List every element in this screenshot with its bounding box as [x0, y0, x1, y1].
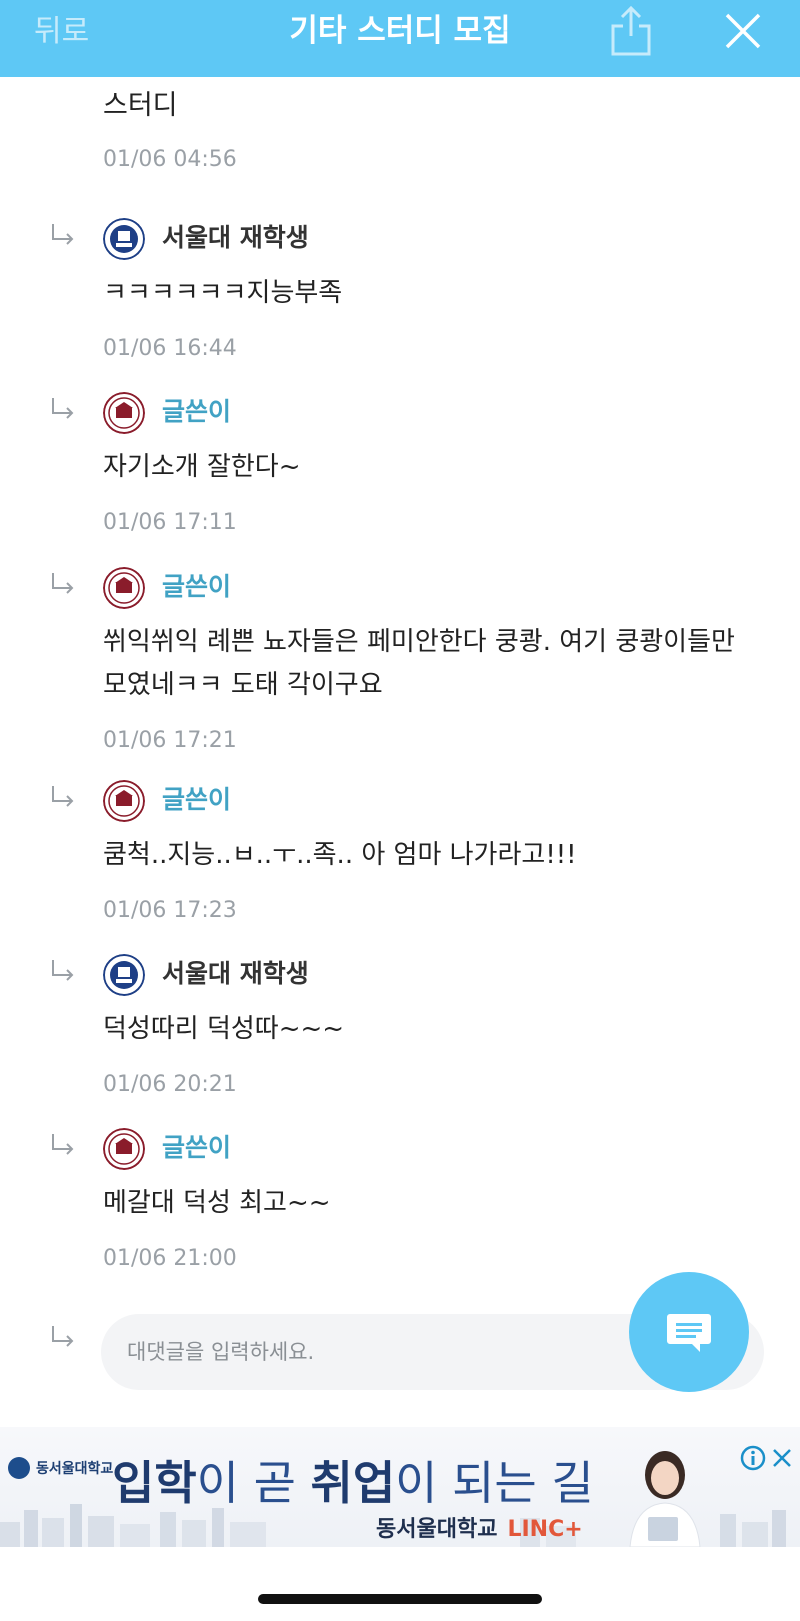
reply-text: 쒸익쒸익 례쁜 뇨자들은 페미안한다 쿵쾅. 여기 쿵쾅이들만 모였네ㅋㅋ 도태… — [103, 627, 735, 700]
reply-text: ㅋㅋㅋㅋㅋㅋ지능부족 — [103, 278, 343, 308]
ad-banner[interactable]: 동서울대학교 입학이 곧 취업이 되는 길 동서울대학교 LINC+ — [0, 1427, 800, 1547]
university-emblem-icon — [8, 1457, 30, 1479]
reply-text: 덕성따리 덕성따~~~ — [103, 1014, 345, 1044]
ad-logo-text: 동서울대학교 — [36, 1461, 114, 1477]
comment-time: 01/06 04:56 — [103, 147, 237, 172]
reply-time: 01/06 20:21 — [103, 1072, 237, 1097]
reply-author[interactable]: 글쓴이 — [162, 394, 231, 430]
duksung-emblem-icon — [103, 392, 145, 434]
snu-emblem-icon — [103, 218, 145, 260]
comment-text: 스터디 — [103, 90, 178, 121]
write-comment-button[interactable] — [629, 1272, 749, 1392]
ad-headline-part: 이 곧 — [196, 1456, 311, 1510]
close-icon[interactable] — [724, 12, 762, 50]
ad-brand: LINC+ — [507, 1517, 583, 1542]
duksung-emblem-icon — [103, 780, 145, 822]
reply-author[interactable]: 글쓴이 — [162, 782, 231, 818]
ad-person-image — [629, 1451, 701, 1547]
ad-headline-part: 이 되는 길 — [395, 1456, 594, 1510]
reply-arrow-icon — [52, 1134, 74, 1155]
reply-time: 01/06 21:00 — [103, 1246, 237, 1271]
reply-author[interactable]: 서울대 재학생 — [162, 956, 309, 992]
reply-text: 자기소개 잘한다~ — [103, 452, 301, 482]
top-bar: 뒤로 기타 스터디 모집 — [0, 0, 800, 77]
ad-close-icon[interactable] — [770, 1446, 794, 1470]
reply-author[interactable]: 글쓴이 — [162, 569, 231, 605]
comment-icon — [667, 1314, 711, 1352]
reply-text: 쿰척..지능..ㅂ..ㅜ..족.. 아 엄마 나가라고!!! — [103, 840, 577, 870]
share-icon[interactable] — [608, 4, 654, 58]
reply-arrow-icon — [52, 1326, 74, 1347]
ad-sub-text: 동서울대학교 — [376, 1517, 498, 1542]
page-title: 기타 스터디 모집 — [289, 13, 511, 49]
reply-arrow-icon — [52, 573, 74, 594]
reply-author[interactable]: 글쓴이 — [162, 1130, 231, 1166]
reply-time: 01/06 17:23 — [103, 898, 237, 923]
reply-author[interactable]: 서울대 재학생 — [162, 220, 309, 256]
duksung-emblem-icon — [103, 567, 145, 609]
ad-headline-part: 입학 — [112, 1456, 197, 1510]
reply-time: 01/06 17:21 — [103, 728, 237, 753]
reply-arrow-icon — [52, 786, 74, 807]
reply-arrow-icon — [52, 224, 74, 245]
ad-subtitle: 동서울대학교 LINC+ — [376, 1511, 583, 1543]
ad-logo: 동서울대학교 — [8, 1457, 113, 1479]
ad-headline-part: 취업 — [310, 1456, 396, 1510]
reply-time: 01/06 16:44 — [103, 336, 237, 361]
ad-headline: 입학이 곧 취업이 되는 길 — [112, 1455, 594, 1511]
reply-arrow-icon — [52, 398, 74, 419]
info-icon[interactable] — [740, 1445, 766, 1471]
reply-time: 01/06 17:11 — [103, 510, 237, 535]
home-indicator — [258, 1594, 542, 1604]
snu-emblem-icon — [103, 954, 145, 996]
reply-text: 메갈대 덕성 최고~~ — [103, 1188, 331, 1218]
duksung-emblem-icon — [103, 1128, 145, 1170]
reply-arrow-icon — [52, 960, 74, 981]
